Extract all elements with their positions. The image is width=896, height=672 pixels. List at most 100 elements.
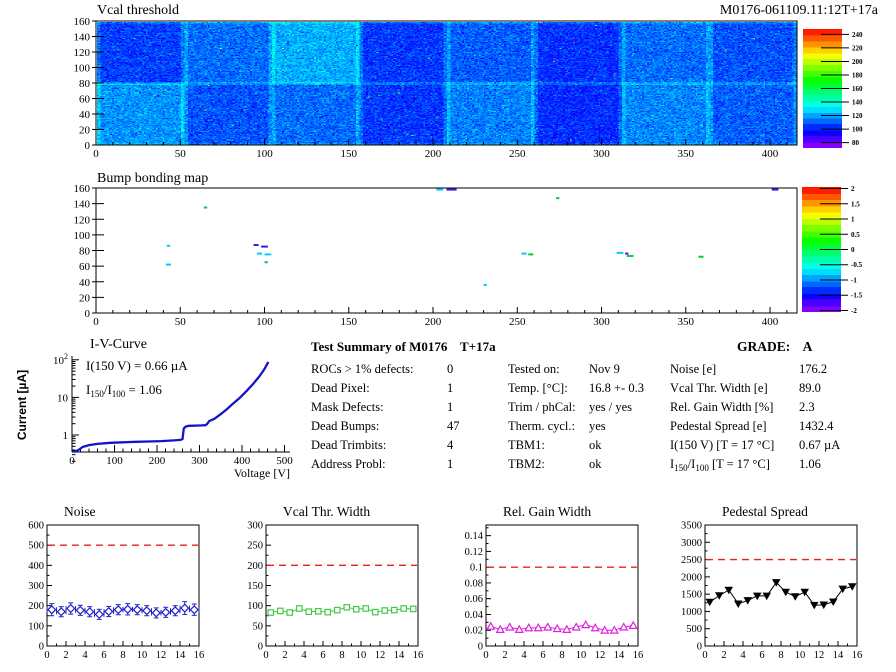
svg-text:1000: 1000 [681, 607, 702, 618]
summary-value: 1 [447, 380, 454, 395]
svg-text:200: 200 [149, 455, 166, 467]
summary-label: I(150 V) [T = 17 °C] [670, 437, 775, 452]
svg-text:50: 50 [253, 621, 264, 632]
svg-text:4: 4 [301, 650, 307, 661]
summary-label: TBM1: [508, 437, 545, 452]
summary-value: 1432.4 [799, 418, 834, 433]
svg-text:40: 40 [79, 277, 91, 289]
svg-text:400: 400 [762, 316, 779, 328]
svg-text:2: 2 [721, 650, 726, 661]
svg-text:400: 400 [762, 148, 779, 160]
svg-text:3500: 3500 [681, 521, 702, 532]
vcal-colorbar [803, 29, 842, 148]
summary-value: 1 [447, 456, 454, 471]
svg-text:102: 102 [53, 352, 68, 367]
svg-text:250: 250 [509, 316, 526, 328]
svg-text:0.06: 0.06 [465, 594, 483, 605]
summary-value: 89.0 [799, 380, 821, 395]
svg-text:60: 60 [79, 94, 91, 106]
svg-text:500: 500 [686, 624, 702, 635]
iv-xaxis-label: Voltage [V] [233, 466, 290, 480]
svg-text:0: 0 [697, 642, 702, 653]
grade-line: GRADE: A [737, 339, 812, 355]
svg-text:80: 80 [79, 78, 91, 90]
svg-text:100: 100 [256, 316, 273, 328]
summary-label: Therm. cycl.: [508, 418, 575, 433]
svg-text:0: 0 [263, 650, 268, 661]
summary-value: 0 [447, 362, 454, 376]
svg-text:400: 400 [28, 561, 44, 572]
svg-text:1: 1 [63, 430, 69, 442]
svg-text:100: 100 [247, 601, 263, 612]
svg-text:-1.5: -1.5 [851, 292, 863, 300]
vcal-map-title: Vcal threshold [97, 3, 180, 18]
bump-colorbar [802, 187, 841, 312]
svg-text:0.08: 0.08 [465, 578, 483, 589]
svg-text:300: 300 [593, 316, 610, 328]
svg-text:6: 6 [320, 650, 325, 661]
pedestal-plot-title: Pedestal Spread [722, 504, 808, 519]
svg-text:0: 0 [44, 650, 49, 661]
svg-text:16: 16 [852, 650, 863, 661]
svg-text:40: 40 [79, 109, 91, 121]
svg-text:14: 14 [175, 650, 186, 661]
summary-label: Trim / phCal: [508, 399, 576, 414]
svg-text:200: 200 [247, 561, 263, 572]
summary-value: 1 [447, 399, 454, 414]
svg-text:14: 14 [394, 650, 405, 661]
svg-text:1.5: 1.5 [851, 200, 860, 208]
vcal-width-plot-title: Vcal Thr. Width [283, 504, 371, 519]
svg-text:10: 10 [137, 650, 148, 661]
svg-text:2: 2 [282, 650, 287, 661]
svg-text:350: 350 [678, 148, 695, 160]
iv-yaxis-label: Current [µA] [15, 369, 29, 441]
noise-plot-title: Noise [64, 504, 96, 519]
svg-text:4: 4 [521, 650, 527, 661]
svg-text:0.14: 0.14 [465, 531, 484, 542]
svg-text:8: 8 [120, 650, 125, 661]
summary-label: Noise [e] [670, 362, 717, 376]
iv-annotation-ratio-part: 150 [90, 389, 104, 399]
svg-text:200: 200 [425, 148, 442, 160]
iv-curve-title: I-V-Curve [90, 337, 148, 352]
svg-text:150: 150 [247, 581, 263, 592]
svg-text:0: 0 [85, 140, 91, 152]
svg-text:0: 0 [85, 308, 91, 320]
svg-text:240: 240 [852, 31, 863, 39]
vcal-threshold-heatmap [97, 22, 797, 145]
svg-text:0.04: 0.04 [465, 610, 484, 621]
svg-text:0: 0 [93, 148, 99, 160]
rel-gain-plot-title: Rel. Gain Width [503, 504, 592, 519]
summary-label: Tested on: [508, 362, 560, 376]
svg-text:0: 0 [93, 316, 99, 328]
summary-temperature-tag: T+17a [460, 339, 496, 354]
svg-text:-1: -1 [851, 276, 857, 284]
module-test-report-page: Vcal threshold M0176-061109.11:12T+17a B… [0, 0, 896, 672]
svg-text:120: 120 [74, 214, 91, 226]
svg-text:4: 4 [740, 650, 746, 661]
svg-text:16: 16 [413, 650, 424, 661]
rel_gain_width-plot: 0 0.02 0.04 0.06 0.08 0.1 0.12 0.14 0 2 4 6 8 10 12 14 1… [465, 524, 643, 661]
bump-map-title: Bump bonding map [97, 171, 209, 186]
summary-title: Test Summary of M0176 [311, 339, 448, 354]
svg-text:14: 14 [833, 650, 844, 661]
svg-text:100: 100 [28, 621, 44, 632]
svg-text:-2: -2 [851, 307, 857, 315]
svg-text:0: 0 [483, 650, 488, 661]
summary-label: ROCs > 1% defects: [311, 362, 414, 376]
iv-annotation-ratio-part: = 1.06 [125, 382, 162, 397]
svg-text:140: 140 [74, 199, 91, 211]
svg-text:16: 16 [194, 650, 205, 661]
module-id-title: M0176-061109.11:12T+17a [719, 3, 878, 18]
svg-text:50: 50 [175, 148, 187, 160]
svg-text:300: 300 [28, 581, 44, 592]
svg-text:250: 250 [509, 148, 526, 160]
summary-label: I150/I100 [T = 17 °C] [670, 456, 770, 473]
summary-value: 4 [447, 437, 454, 452]
summary-label: Dead Pixel: [311, 380, 370, 395]
svg-text:100: 100 [106, 455, 123, 467]
svg-text:10: 10 [576, 650, 587, 661]
svg-text:8: 8 [339, 650, 344, 661]
svg-text:500: 500 [28, 541, 44, 552]
noise-plot: 0 100 200 300 400 500 600 0 2 4 6 8 10 12 14 16 [28, 521, 204, 662]
